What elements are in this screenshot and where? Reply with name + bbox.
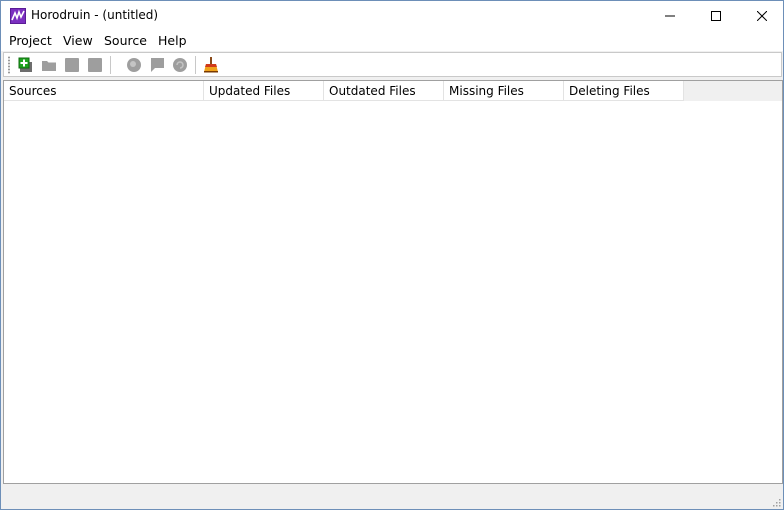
maximize-button[interactable] <box>693 1 739 31</box>
menu-bar: Project View Source Help <box>1 31 783 51</box>
add-source-icon <box>18 57 32 72</box>
menu-project[interactable]: Project <box>9 33 52 48</box>
resize-grip-icon[interactable] <box>771 497 781 507</box>
maximize-icon <box>711 11 721 21</box>
horodruin-app-icon[interactable] <box>10 8 26 24</box>
scan-icon <box>127 58 141 72</box>
column-header-outdated-files[interactable]: Outdated Files <box>324 81 444 101</box>
save-icon <box>65 58 79 72</box>
sources-list[interactable]: Sources Updated Files Outdated Files Mis… <box>3 80 783 484</box>
menu-view[interactable]: View <box>63 33 93 48</box>
app-window: Horodruin - (untitled) Project View Sour… <box>0 0 784 510</box>
save-button[interactable] <box>63 56 81 74</box>
comment-icon <box>151 58 164 72</box>
open-folder-icon <box>42 61 56 71</box>
clean-broom-icon <box>204 57 218 73</box>
column-header-missing-files[interactable]: Missing Files <box>444 81 564 101</box>
add-source-button[interactable] <box>17 56 35 74</box>
refresh-icon <box>173 58 187 72</box>
list-header: Sources Updated Files Outdated Files Mis… <box>4 81 782 101</box>
minimize-button[interactable] <box>647 1 693 31</box>
column-header-deleting-files[interactable]: Deleting Files <box>564 81 684 101</box>
comment-button[interactable] <box>148 56 166 74</box>
open-folder-button[interactable] <box>40 56 58 74</box>
toolbar-separator <box>195 56 196 74</box>
column-header-sources[interactable]: Sources <box>4 81 204 101</box>
close-icon <box>757 11 767 21</box>
refresh-button[interactable] <box>171 56 189 74</box>
scan-button[interactable] <box>125 56 143 74</box>
status-bar <box>1 486 783 509</box>
stop-icon <box>88 58 102 72</box>
menu-source[interactable]: Source <box>104 33 147 48</box>
close-button[interactable] <box>739 1 784 31</box>
clean-button[interactable] <box>202 56 220 74</box>
toolbar-grip[interactable] <box>8 56 10 74</box>
column-header-filler <box>684 81 782 101</box>
column-header-updated-files[interactable]: Updated Files <box>204 81 324 101</box>
minimize-icon <box>665 15 675 17</box>
window-title: Horodruin - (untitled) <box>31 8 159 22</box>
title-bar[interactable]: Horodruin - (untitled) <box>1 1 783 31</box>
toolbar <box>3 52 782 77</box>
stop-button[interactable] <box>86 56 104 74</box>
toolbar-separator <box>110 56 111 74</box>
menu-help[interactable]: Help <box>158 33 187 48</box>
